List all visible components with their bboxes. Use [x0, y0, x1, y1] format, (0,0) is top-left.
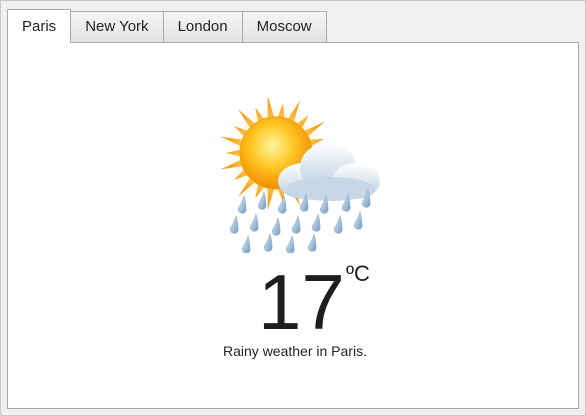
tab-bar: Paris New York London Moscow [7, 9, 327, 43]
tab-new-york[interactable]: New York [70, 11, 164, 43]
tab-panel: 17 ºC Rainy weather in Paris. [7, 42, 579, 409]
temperature-unit: ºC [346, 261, 370, 286]
weather-description: Rainy weather in Paris. [223, 343, 367, 359]
weather-widget: Paris New York London Moscow 17 ºC Rainy… [0, 0, 586, 416]
tab-moscow[interactable]: Moscow [241, 11, 327, 43]
tab-london[interactable]: London [162, 11, 243, 43]
tab-paris[interactable]: Paris [7, 9, 72, 43]
temperature-value: 17 [258, 258, 345, 346]
rain-drops [230, 188, 371, 253]
sun-cloud-rain-icon [220, 95, 380, 253]
